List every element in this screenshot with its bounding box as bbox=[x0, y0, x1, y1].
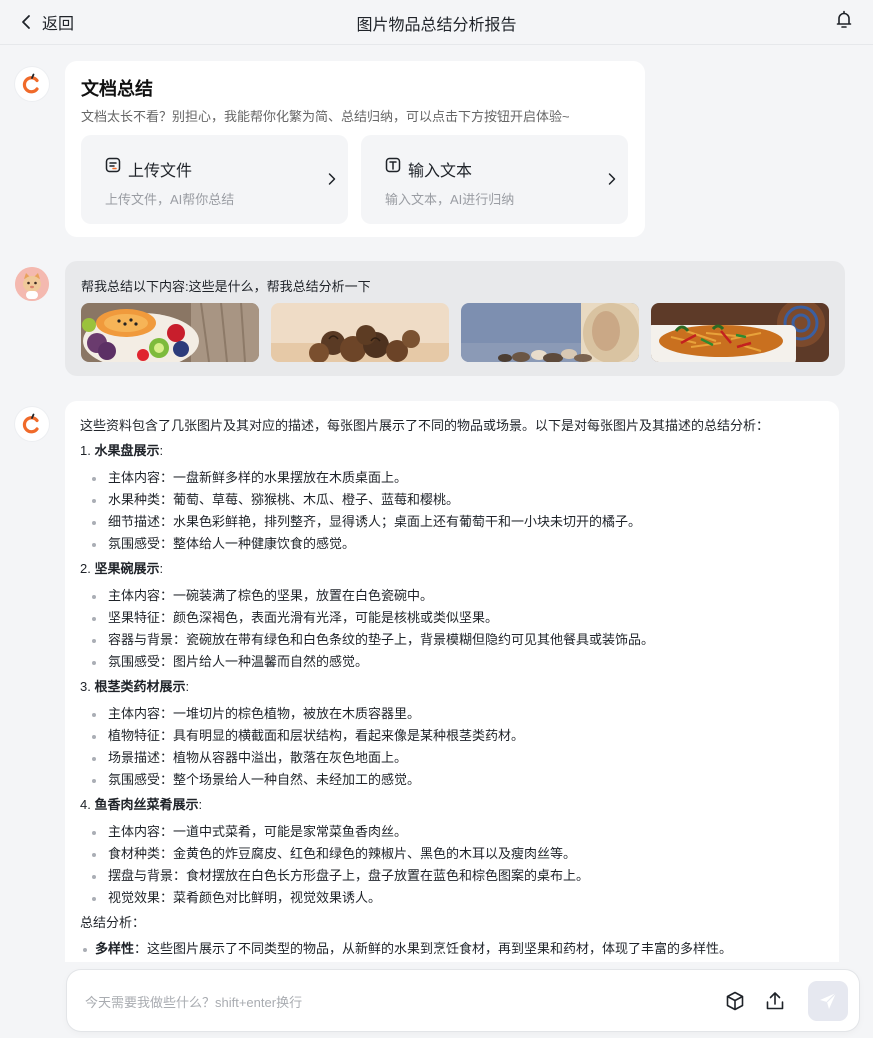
user-message: 帮我总结以下内容:这些是什么，帮我总结分析一下 bbox=[65, 261, 845, 376]
text-icon bbox=[385, 157, 401, 173]
section-heading: 2. 坚果碗展示: bbox=[80, 558, 825, 580]
section-number: 3. bbox=[80, 679, 91, 694]
section-list: 主体内容：一盘新鲜多样的水果摆放在木质桌面上。 水果种类：葡萄、草莓、猕猴桃、木瓜… bbox=[80, 467, 825, 555]
assistant-logo-icon bbox=[22, 73, 39, 94]
section-heading: 3. 根茎类药材展示: bbox=[80, 676, 825, 698]
card-description: 文档太长不看？别担心，我能帮你化繁为简、总结归纳，可以点击下方按钮开启体验~ bbox=[81, 109, 570, 124]
section-colon: : bbox=[159, 561, 164, 576]
chevron-right-icon bbox=[328, 173, 336, 185]
summary-title: 总结分析： bbox=[80, 915, 146, 930]
nuts-bowl-image[interactable] bbox=[271, 303, 449, 362]
section-list: 主体内容：一碗装满了棕色的坚果，放置在白色瓷碗中。 坚果特征：颜色深褐色，表面光滑… bbox=[80, 585, 825, 673]
chat-input-bar bbox=[67, 970, 859, 1031]
list-item: 主体内容：一堆切片的棕色植物，被放在木质容器里。 bbox=[80, 703, 825, 725]
bell-icon[interactable] bbox=[835, 10, 853, 30]
list-item: 食材种类：金黄色的炸豆腐皮、红色和绿色的辣椒片、黑色的木耳以及瘦肉丝等。 bbox=[80, 843, 825, 865]
list-item: 视觉效果：菜肴颜色对比鲜明，视觉效果诱人。 bbox=[80, 887, 825, 909]
summary-list: 多样性：这些图片展示了不同类型的物品，从新鲜的水果到烹饪食材，再到坚果和药材，体… bbox=[80, 938, 825, 960]
doc-summary-card: 文档总结 文档太长不看？别担心，我能帮你化繁为简、总结归纳，可以点击下方按钮开启… bbox=[65, 61, 645, 237]
section-title: 鱼香肉丝菜肴展示 bbox=[94, 797, 199, 812]
cube-icon[interactable] bbox=[724, 990, 746, 1012]
input-text-button[interactable]: 输入文本 输入文本，AI进行归纳 bbox=[361, 135, 628, 224]
section-number: 1. bbox=[80, 443, 91, 458]
section-colon: : bbox=[159, 443, 164, 458]
user-avatar-icon bbox=[15, 267, 49, 301]
upload-file-label: 上传文件 bbox=[128, 163, 193, 180]
list-item: 氛围感受：整体给人一种健康饮食的感觉。 bbox=[80, 533, 825, 555]
root-herb-image[interactable] bbox=[461, 303, 639, 362]
section-title: 坚果碗展示 bbox=[94, 561, 160, 576]
list-item: 摆盘与背景：食材摆放在白色长方形盘子上，盘子放置在蓝色和棕色图案的桌布上。 bbox=[80, 865, 825, 887]
list-item: 主体内容：一盘新鲜多样的水果摆放在木质桌面上。 bbox=[80, 467, 825, 489]
shredded-pork-dish-image[interactable] bbox=[651, 303, 829, 362]
section-heading: 4. 鱼香肉丝菜肴展示: bbox=[80, 794, 825, 816]
send-button[interactable] bbox=[808, 981, 848, 1021]
list-item: 容器与背景：瓷碗放在带有绿色和白色条纹的垫子上，背景模糊但隐约可见其他餐具或装饰… bbox=[80, 629, 825, 651]
upload-icon[interactable] bbox=[764, 990, 786, 1012]
answer-intro: 这些资料包含了几张图片及其对应的描述，每张图片展示了不同的物品或场景。以下是对每… bbox=[80, 418, 770, 433]
section-colon: : bbox=[185, 679, 190, 694]
chevron-right-icon bbox=[608, 173, 616, 185]
section-list: 主体内容：一堆切片的棕色植物，被放在木质容器里。 植物特征：具有明显的横截面和层状… bbox=[80, 703, 825, 791]
list-item: 场景描述：植物从容器中溢出，散落在灰色地面上。 bbox=[80, 747, 825, 769]
list-item: 氛围感受：图片给人一种温馨而自然的感觉。 bbox=[80, 651, 825, 673]
top-bar: 返回 图片物品总结分析报告 bbox=[0, 0, 873, 45]
chat-input[interactable] bbox=[83, 990, 687, 1014]
assistant-avatar bbox=[15, 407, 49, 441]
user-avatar bbox=[15, 267, 49, 301]
input-text-sub: 输入文本，AI进行归纳 bbox=[385, 192, 515, 207]
section-colon: : bbox=[198, 797, 203, 812]
section-number: 4. bbox=[80, 797, 91, 812]
section-list: 主体内容：一道中式菜肴，可能是家常菜鱼香肉丝。 食材种类：金黄色的炸豆腐皮、红色和… bbox=[80, 821, 825, 909]
list-item: 坚果特征：颜色深褐色，表面光滑有光泽，可能是核桃或类似坚果。 bbox=[80, 607, 825, 629]
summary-item-text: ：这些图片展示了不同类型的物品，从新鲜的水果到烹饪食材，再到坚果和药材，体现了丰… bbox=[134, 941, 733, 956]
assistant-answer: 这些资料包含了几张图片及其对应的描述，每张图片展示了不同的物品或场景。以下是对每… bbox=[65, 401, 839, 962]
send-icon bbox=[820, 992, 837, 1009]
list-item: 水果种类：葡萄、草莓、猕猴桃、木瓜、橙子、蓝莓和樱桃。 bbox=[80, 489, 825, 511]
summary-item: 多样性：这些图片展示了不同类型的物品，从新鲜的水果到烹饪食材，再到坚果和药材，体… bbox=[80, 938, 825, 960]
upload-file-sub: 上传文件，AI帮你总结 bbox=[105, 192, 235, 207]
upload-file-button[interactable]: 上传文件 上传文件，AI帮你总结 bbox=[81, 135, 348, 224]
input-text-label: 输入文本 bbox=[408, 163, 473, 180]
assistant-logo-icon bbox=[22, 413, 39, 434]
list-item: 主体内容：一碗装满了棕色的坚果，放置在白色瓷碗中。 bbox=[80, 585, 825, 607]
fruit-plate-image[interactable] bbox=[81, 303, 259, 362]
card-title: 文档总结 bbox=[81, 79, 153, 99]
document-icon bbox=[105, 157, 121, 173]
user-message-text: 帮我总结以下内容:这些是什么，帮我总结分析一下 bbox=[81, 279, 371, 294]
page-title: 图片物品总结分析报告 bbox=[356, 17, 517, 34]
list-item: 植物特征：具有明显的横截面和层状结构，看起来像是某种根茎类药材。 bbox=[80, 725, 825, 747]
list-item: 细节描述：水果色彩鲜艳，排列整齐，显得诱人；桌面上还有葡萄干和一小块未切开的橘子… bbox=[80, 511, 825, 533]
list-item: 主体内容：一道中式菜肴，可能是家常菜鱼香肉丝。 bbox=[80, 821, 825, 843]
section-heading: 1. 水果盘展示: bbox=[80, 440, 825, 462]
assistant-avatar bbox=[15, 67, 49, 101]
summary-item-bold: 多样性 bbox=[95, 941, 135, 956]
list-item: 氛围感受：整个场景给人一种自然、未经加工的感觉。 bbox=[80, 769, 825, 791]
section-title: 水果盘展示 bbox=[94, 443, 160, 458]
section-title: 根茎类药材展示 bbox=[94, 679, 186, 694]
section-number: 2. bbox=[80, 561, 91, 576]
